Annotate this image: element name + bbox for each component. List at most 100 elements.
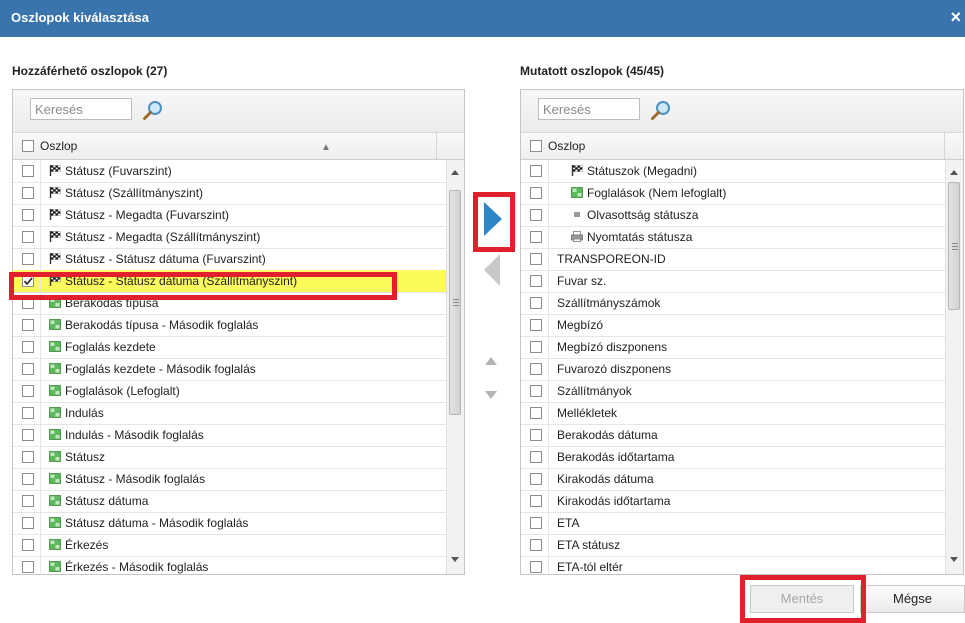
list-item[interactable]: Mellékletek	[521, 402, 945, 425]
list-item[interactable]: Státusz dátuma	[13, 490, 446, 513]
row-checkbox[interactable]	[22, 165, 34, 177]
scroll-up-icon[interactable]	[451, 170, 459, 175]
list-item[interactable]: Fuvar sz.	[521, 270, 945, 293]
row-checkbox[interactable]	[22, 231, 34, 243]
list-item[interactable]: Státusz - Státusz dátuma (Szállítmányszi…	[13, 270, 446, 293]
select-all-checkbox[interactable]	[22, 140, 34, 152]
row-checkbox[interactable]	[530, 407, 542, 419]
row-checkbox[interactable]	[530, 253, 542, 265]
list-item[interactable]: Státusz (Szállítmányszint)	[13, 182, 446, 205]
list-item[interactable]: Szállítmányszámok	[521, 292, 945, 315]
row-checkbox[interactable]	[530, 363, 542, 375]
list-item[interactable]: Foglalások (Lefoglalt)	[13, 380, 446, 403]
list-item[interactable]: Olvasottság státusza	[521, 204, 945, 227]
row-checkbox[interactable]	[22, 495, 34, 507]
row-checkbox[interactable]	[530, 517, 542, 529]
list-item[interactable]: ETA-tól eltér	[521, 556, 945, 574]
list-item[interactable]: Berakodás dátuma	[521, 424, 945, 447]
list-item[interactable]: Indulás - Második foglalás	[13, 424, 446, 447]
list-item[interactable]: Státusz - Státusz dátuma (Fuvarszint)	[13, 248, 446, 271]
move-up-arrow-icon[interactable]	[484, 356, 498, 366]
row-checkbox[interactable]	[530, 209, 542, 221]
list-item[interactable]: Státusz - Megadta (Fuvarszint)	[13, 204, 446, 227]
list-item[interactable]: Indulás	[13, 402, 446, 425]
row-checkbox[interactable]	[530, 231, 542, 243]
row-checkbox[interactable]	[530, 429, 542, 441]
list-item[interactable]: TRANSPOREON-ID	[521, 248, 945, 271]
list-item[interactable]: Kirakodás időtartama	[521, 490, 945, 513]
list-item[interactable]: Érkezés	[13, 534, 446, 557]
magnifier-icon[interactable]	[142, 100, 164, 122]
scroll-thumb[interactable]	[948, 182, 960, 310]
scroll-up-icon[interactable]	[950, 170, 958, 175]
list-item[interactable]: Foglalás kezdete - Második foglalás	[13, 358, 446, 381]
row-checkbox[interactable]	[22, 561, 34, 573]
row-checkbox[interactable]	[22, 209, 34, 221]
row-checkbox[interactable]	[22, 341, 34, 353]
row-checkbox[interactable]	[530, 495, 542, 507]
row-checkbox[interactable]	[530, 165, 542, 177]
row-checkbox[interactable]	[22, 385, 34, 397]
scroll-thumb[interactable]	[449, 190, 461, 415]
list-item[interactable]: Berakodás típusa	[13, 292, 446, 315]
row-checkbox[interactable]	[22, 363, 34, 375]
select-all-checkbox[interactable]	[530, 140, 542, 152]
row-checkbox[interactable]	[22, 473, 34, 485]
available-search-input[interactable]	[30, 98, 132, 120]
row-checkbox[interactable]	[22, 275, 34, 287]
list-item[interactable]: Foglalás kezdete	[13, 336, 446, 359]
scroll-down-icon[interactable]	[950, 557, 958, 562]
list-item[interactable]: Státusz - Megadta (Szállítmányszint)	[13, 226, 446, 249]
shown-column-header[interactable]: Oszlop	[521, 133, 963, 160]
move-right-arrow-icon[interactable]	[482, 200, 504, 238]
list-item[interactable]: Fuvarozó diszponens	[521, 358, 945, 381]
row-checkbox[interactable]	[530, 319, 542, 331]
list-item[interactable]: Berakodás időtartama	[521, 446, 945, 469]
row-checkbox[interactable]	[22, 451, 34, 463]
row-checkbox[interactable]	[22, 539, 34, 551]
list-item[interactable]: Szállítmányok	[521, 380, 945, 403]
row-checkbox[interactable]	[22, 319, 34, 331]
sort-arrow-icon[interactable]: ▲	[321, 142, 331, 153]
list-item[interactable]: Megbízó	[521, 314, 945, 337]
list-item[interactable]: Kirakodás dátuma	[521, 468, 945, 491]
list-item[interactable]: Státusz - Második foglalás	[13, 468, 446, 491]
row-checkbox[interactable]	[22, 297, 34, 309]
list-item[interactable]: Nyomtatás státusza	[521, 226, 945, 249]
row-checkbox[interactable]	[22, 517, 34, 529]
available-scrollbar[interactable]	[446, 160, 464, 574]
row-checkbox[interactable]	[530, 297, 542, 309]
available-column-header[interactable]: Oszlop ▲	[13, 133, 464, 160]
row-checkbox[interactable]	[530, 473, 542, 485]
move-left-arrow-icon[interactable]	[482, 252, 502, 288]
row-checkbox[interactable]	[22, 407, 34, 419]
shown-search-input[interactable]	[538, 98, 640, 120]
list-item[interactable]: Berakodás típusa - Második foglalás	[13, 314, 446, 337]
list-item[interactable]: ETA státusz	[521, 534, 945, 557]
row-checkbox[interactable]	[530, 561, 542, 573]
shown-scrollbar[interactable]	[945, 160, 963, 574]
list-item[interactable]: Érkezés - Második foglalás	[13, 556, 446, 574]
row-checkbox[interactable]	[22, 429, 34, 441]
magnifier-icon[interactable]	[650, 100, 672, 122]
move-down-arrow-icon[interactable]	[484, 390, 498, 400]
cancel-button[interactable]: Mégse	[860, 585, 965, 613]
list-item[interactable]: Státuszok (Megadni)	[521, 160, 945, 183]
list-item[interactable]: Státusz (Fuvarszint)	[13, 160, 446, 183]
list-item[interactable]: Státusz dátuma - Második foglalás	[13, 512, 446, 535]
save-button[interactable]: Mentés	[750, 585, 854, 613]
row-checkbox[interactable]	[22, 187, 34, 199]
row-checkbox[interactable]	[530, 451, 542, 463]
row-checkbox[interactable]	[530, 187, 542, 199]
row-checkbox[interactable]	[530, 341, 542, 353]
row-checkbox[interactable]	[530, 385, 542, 397]
list-item[interactable]: Megbízó diszponens	[521, 336, 945, 359]
list-item[interactable]: ETA	[521, 512, 945, 535]
list-item[interactable]: Státusz	[13, 446, 446, 469]
row-checkbox[interactable]	[530, 539, 542, 551]
close-icon[interactable]: ×	[950, 7, 961, 27]
row-checkbox[interactable]	[530, 275, 542, 287]
row-checkbox[interactable]	[22, 253, 34, 265]
scroll-down-icon[interactable]	[451, 557, 459, 562]
list-item[interactable]: Foglalások (Nem lefoglalt)	[521, 182, 945, 205]
